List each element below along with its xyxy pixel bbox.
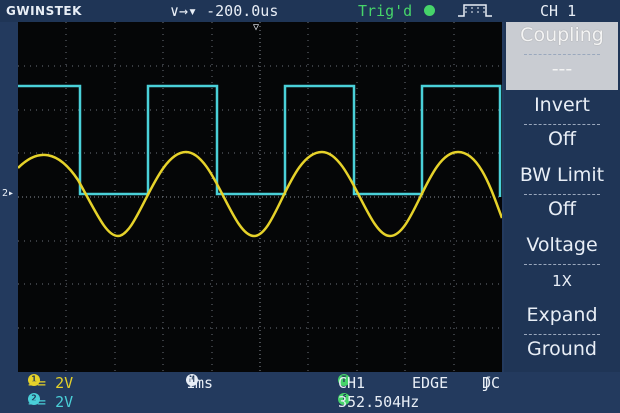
brand-logo: GWINSTEK [6, 4, 82, 18]
menu-coupling[interactable]: Coupling --- [506, 22, 618, 90]
menu-invert-label: Invert [534, 94, 590, 116]
menu-voltage-value: 1X [552, 272, 572, 290]
menu-expand-label: Expand [526, 304, 598, 326]
trigger-type-readout: EDGE [412, 374, 449, 392]
menu-expand-value: Ground [527, 338, 597, 360]
oscilloscope-screen: GWINSTEK ∨→▾ -200.0us Trig'd CH 1 ▽ 2▸ C… [0, 0, 620, 413]
trigger-dot-icon [424, 5, 435, 16]
top-status-bar: GWINSTEK ∨→▾ -200.0us Trig'd CH 1 [0, 0, 620, 22]
waveform-display[interactable] [18, 22, 502, 372]
bottom-status-bar: 1 == 2V 2 == 2V M 1ms T CH1 EDGE ʃ DC f 352.50… [0, 372, 620, 413]
soft-menu: Coupling --- Invert Off BW Limit Off Vol… [504, 22, 620, 372]
menu-voltage[interactable]: Voltage 1X [506, 232, 618, 300]
menu-coupling-label: Coupling [520, 24, 604, 46]
menu-bw-limit-label: BW Limit [519, 164, 605, 186]
channel-ground-marker-icon: 2▸ [2, 188, 15, 199]
menu-invert-value: Off [547, 128, 577, 150]
trigger-status: Trig'd [358, 2, 413, 20]
menu-expand[interactable]: Expand Ground [506, 302, 618, 370]
menu-bw-limit[interactable]: BW Limit Off [506, 162, 618, 230]
menu-coupling-value: --- [551, 58, 573, 80]
channel-title: CH 1 [540, 2, 577, 20]
graticule-grid [18, 22, 502, 372]
trigger-position-icon: ▽ [253, 22, 260, 33]
rising-edge-icon [458, 2, 492, 22]
timebase-delay-readout: ∨→▾ -200.0us [170, 2, 279, 20]
menu-bw-limit-value: Off [547, 198, 577, 220]
menu-voltage-label: Voltage [526, 234, 598, 256]
menu-invert[interactable]: Invert Off [506, 92, 618, 160]
